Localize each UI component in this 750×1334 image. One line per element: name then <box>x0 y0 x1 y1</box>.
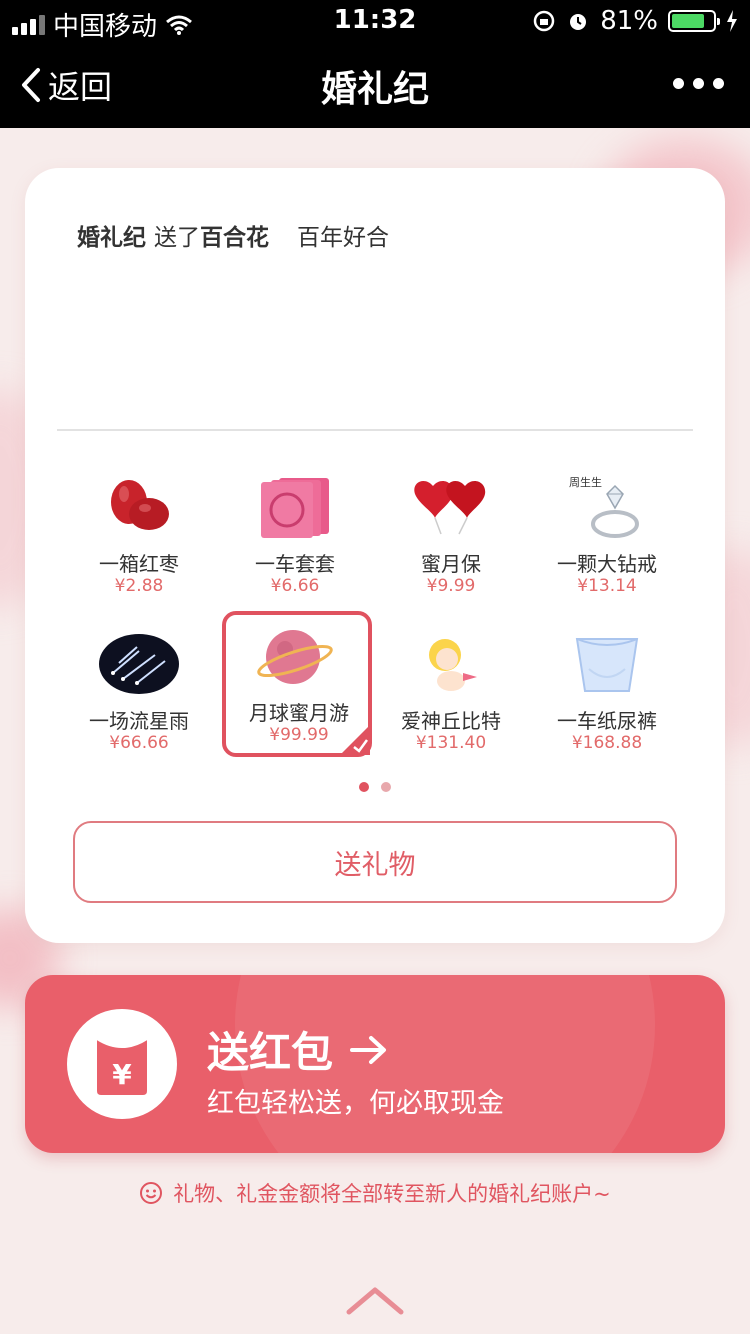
sender-name: 婚礼纪 <box>77 225 146 251</box>
gift-name-label: 一车套套 <box>255 552 335 576</box>
hearts-icon <box>414 480 486 535</box>
page-indicator[interactable] <box>25 782 725 792</box>
gift-item[interactable]: 蜜月保 ¥9.99 <box>378 462 524 608</box>
red-packet-button[interactable]: ¥ 送红包 红包轻松送，何必取现金 <box>25 975 725 1153</box>
gift-name-label: 一箱红枣 <box>99 552 179 576</box>
red-packet-title: 送红包 <box>207 1019 389 1080</box>
notice-text: 礼物、礼金金额将全部转至新人的婚礼纪账户~ <box>0 1178 750 1208</box>
red-dates-icon <box>111 480 169 530</box>
brand-logo: 周生生 <box>569 475 602 489</box>
gift-price: ¥131.40 <box>415 733 487 753</box>
smile-icon <box>140 1182 163 1204</box>
gift-name-label: 一颗大钻戒 <box>557 552 657 576</box>
gift-price: ¥168.88 <box>571 733 643 753</box>
red-packet-title-text: 送红包 <box>207 1028 334 1077</box>
battery-icon <box>668 10 720 32</box>
status-bar: 中国移动 11:32 81% <box>0 0 750 42</box>
gift-card: 婚礼纪 送了 百合花 百年好合 一箱红枣 ¥2.88 一车套套 ¥6.66 蜜月… <box>25 168 725 943</box>
gift-name-label: 爱神丘比特 <box>401 709 501 733</box>
message-verb: 送了 <box>154 225 200 251</box>
gift-item[interactable]: 一车纸尿裤 ¥168.88 <box>534 619 680 765</box>
condom-icon <box>261 478 329 538</box>
gift-name: 百合花 <box>200 225 269 251</box>
gift-item[interactable]: 一箱红枣 ¥2.88 <box>66 462 212 608</box>
gift-item[interactable]: 一场流星雨 ¥66.66 <box>66 619 212 765</box>
gift-item-selected[interactable]: 月球蜜月游 ¥99.99 <box>222 611 372 757</box>
gift-name-label: 蜜月保 <box>421 552 481 576</box>
red-packet-icon-container: ¥ <box>67 1009 177 1119</box>
gift-name-label: 月球蜜月游 <box>249 701 349 725</box>
selected-check-icon <box>340 725 370 755</box>
cupid-icon <box>429 639 477 691</box>
red-packet-icon: ¥ <box>96 1038 148 1095</box>
more-icon <box>673 78 684 89</box>
gift-item[interactable]: 爱神丘比特 ¥131.40 <box>378 619 524 765</box>
moon-trip-icon <box>257 630 333 684</box>
notice-label: 礼物、礼金金额将全部转至新人的婚礼纪账户~ <box>173 1182 611 1206</box>
send-gift-button[interactable]: 送礼物 <box>73 821 677 903</box>
red-packet-subtitle: 红包轻松送，何必取现金 <box>207 1088 504 1119</box>
gift-name-label: 一场流星雨 <box>89 709 189 733</box>
gift-price: ¥13.14 <box>577 576 637 596</box>
page-dot-active[interactable] <box>359 782 369 792</box>
battery-percent: 81% <box>600 6 658 36</box>
arrow-right-icon <box>350 1035 387 1064</box>
gift-price: ¥9.99 <box>426 576 476 596</box>
svg-text:¥: ¥ <box>112 1058 132 1091</box>
page-title: 婚礼纪 <box>320 69 429 110</box>
diamond-ring-icon: 周生生 <box>569 475 639 538</box>
gift-item[interactable]: 一车套套 ¥6.66 <box>222 462 368 608</box>
diaper-icon <box>575 638 639 692</box>
rotation-lock-icon <box>533 10 555 32</box>
gift-name-label: 一车纸尿裤 <box>557 709 657 733</box>
meteor-shower-icon <box>99 634 179 694</box>
gift-message: 婚礼纪 送了 百合花 百年好合 <box>77 218 389 252</box>
gift-item[interactable]: 周生生 一颗大钻戒 ¥13.14 <box>534 462 680 608</box>
wish-text: 百年好合 <box>297 225 389 251</box>
more-options-button[interactable] <box>673 78 724 89</box>
alarm-icon <box>570 14 587 30</box>
gift-price: ¥2.88 <box>114 576 164 596</box>
nav-bar: 返回 婚礼纪 <box>0 40 750 128</box>
page-dot[interactable] <box>381 782 391 792</box>
gift-price: ¥6.66 <box>270 576 320 596</box>
gift-price: ¥66.66 <box>109 733 169 753</box>
charging-icon <box>727 10 737 32</box>
divider <box>57 429 693 431</box>
chevron-up-icon[interactable] <box>345 1282 405 1318</box>
